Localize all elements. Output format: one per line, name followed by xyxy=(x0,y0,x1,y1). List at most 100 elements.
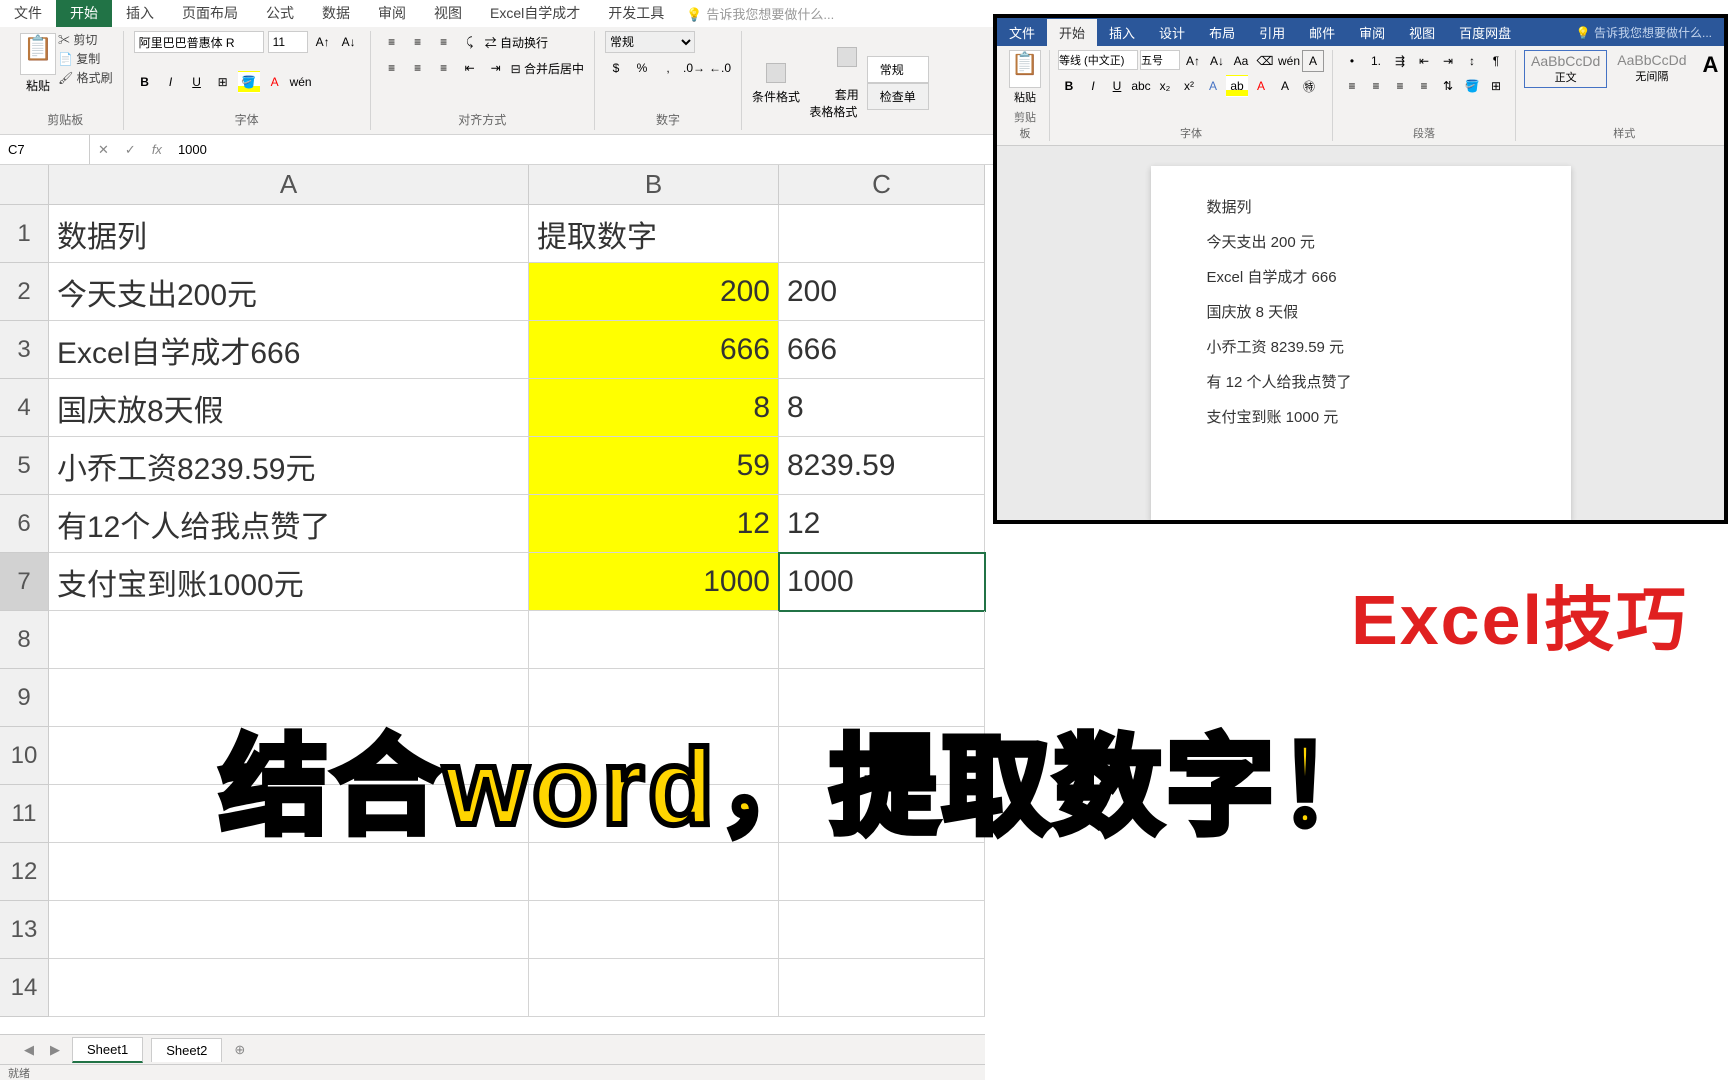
row-head[interactable]: 14 xyxy=(0,959,49,1017)
word-changecase-icon[interactable]: Aa xyxy=(1230,50,1252,72)
align-center-icon[interactable]: ≡ xyxy=(407,57,429,79)
sheet-tab[interactable]: Sheet1 xyxy=(72,1037,143,1063)
word-align-center-icon[interactable]: ≡ xyxy=(1365,75,1387,97)
indent-dec-icon[interactable]: ⇤ xyxy=(459,57,481,79)
row-head[interactable]: 8 xyxy=(0,611,49,669)
word-sort-icon[interactable]: ↕ xyxy=(1461,50,1483,72)
word-tab-layout[interactable]: 布局 xyxy=(1197,19,1247,46)
border-button[interactable]: ⊞ xyxy=(212,71,234,93)
cell[interactable] xyxy=(529,901,779,959)
cell[interactable]: 8239.59 xyxy=(779,437,985,495)
tellme[interactable]: 💡告诉我您想要做什么... xyxy=(686,0,834,27)
doc-line[interactable]: 数据列 xyxy=(1207,196,1551,217)
cell[interactable]: 666 xyxy=(529,321,779,379)
word-font-size[interactable] xyxy=(1140,50,1180,70)
word-underline-button[interactable]: U xyxy=(1106,75,1128,97)
word-fontcolor-icon[interactable]: A xyxy=(1250,75,1272,97)
word-highlight-icon[interactable]: ab xyxy=(1226,75,1248,97)
word-align-right-icon[interactable]: ≡ xyxy=(1389,75,1411,97)
row-head[interactable]: 13 xyxy=(0,901,49,959)
word-document[interactable]: 数据列 今天支出 200 元 Excel 自学成才 666 国庆放 8 天假 小… xyxy=(1151,166,1571,520)
table-format-button[interactable]: 套用 表格格式 xyxy=(808,31,859,134)
cell-selected[interactable]: 1000 xyxy=(779,553,985,611)
cell[interactable] xyxy=(779,959,985,1017)
cell[interactable]: 国庆放8天假 xyxy=(49,379,529,437)
align-top-icon[interactable]: ≡ xyxy=(381,31,403,53)
row-head[interactable]: 1 xyxy=(0,205,49,263)
word-tab-ref[interactable]: 引用 xyxy=(1247,19,1297,46)
word-tab-review[interactable]: 审阅 xyxy=(1347,19,1397,46)
word-border-icon[interactable]: ⊞ xyxy=(1485,75,1507,97)
word-tab-file[interactable]: 文件 xyxy=(997,19,1047,46)
bold-button[interactable]: B xyxy=(134,71,156,93)
align-mid-icon[interactable]: ≡ xyxy=(407,31,429,53)
cell[interactable] xyxy=(779,611,985,669)
fill-color-button[interactable]: 🪣 xyxy=(238,71,260,93)
row-head[interactable]: 2 xyxy=(0,263,49,321)
doc-line[interactable]: 今天支出 200 元 xyxy=(1207,231,1551,252)
doc-line[interactable]: Excel 自学成才 666 xyxy=(1207,266,1551,287)
word-encloseChar-icon[interactable]: ㊕ xyxy=(1298,75,1320,97)
cell[interactable]: 数据列 xyxy=(49,205,529,263)
percent-icon[interactable]: % xyxy=(631,57,653,79)
cell[interactable]: Excel自学成才666 xyxy=(49,321,529,379)
word-linespace-icon[interactable]: ⇅ xyxy=(1437,75,1459,97)
comma-icon[interactable]: , xyxy=(657,57,679,79)
inc-decimal-icon[interactable]: .0→ xyxy=(683,57,705,79)
sheet-nav-next-icon[interactable]: ▶ xyxy=(46,1042,64,1058)
word-style-normal[interactable]: AaBbCcDd 正文 xyxy=(1524,50,1607,88)
word-sup-icon[interactable]: x² xyxy=(1178,75,1200,97)
font-color-button[interactable]: A xyxy=(264,71,286,93)
style-check[interactable]: 检查单 xyxy=(867,83,929,110)
tab-custom[interactable]: Excel自学成才 xyxy=(476,0,594,27)
word-tab-insert[interactable]: 插入 xyxy=(1097,19,1147,46)
word-style-nospace[interactable]: AaBbCcDd 无间隔 xyxy=(1611,50,1692,88)
word-tab-view[interactable]: 视图 xyxy=(1397,19,1447,46)
word-tab-mail[interactable]: 邮件 xyxy=(1297,19,1347,46)
word-shading-icon[interactable]: 🪣 xyxy=(1461,75,1483,97)
paste-button[interactable] xyxy=(20,33,56,75)
new-sheet-icon[interactable]: ⊕ xyxy=(230,1042,249,1058)
cell[interactable]: 提取数字 xyxy=(529,205,779,263)
word-page-area[interactable]: 数据列 今天支出 200 元 Excel 自学成才 666 国庆放 8 天假 小… xyxy=(997,146,1724,520)
style-normal[interactable]: 常规 xyxy=(867,56,929,83)
confirm-icon[interactable]: ✓ xyxy=(117,142,144,158)
word-phonetic-icon[interactable]: wén xyxy=(1278,50,1300,72)
col-head-a[interactable]: A xyxy=(49,165,529,205)
word-tab-baidu[interactable]: 百度网盘 xyxy=(1447,19,1523,46)
row-head[interactable]: 3 xyxy=(0,321,49,379)
word-numbering-icon[interactable]: 1. xyxy=(1365,50,1387,72)
tab-file[interactable]: 文件 xyxy=(0,0,56,27)
select-all-corner[interactable] xyxy=(0,165,49,205)
cell[interactable]: 今天支出200元 xyxy=(49,263,529,321)
decrease-font-icon[interactable]: A↓ xyxy=(338,31,360,53)
indent-inc-icon[interactable]: ⇥ xyxy=(485,57,507,79)
word-style-more[interactable]: A xyxy=(1697,50,1724,88)
copy-button[interactable]: 📄 复制 xyxy=(58,50,113,67)
cell[interactable]: 59 xyxy=(529,437,779,495)
tab-layout[interactable]: 页面布局 xyxy=(168,0,252,27)
cell[interactable]: 12 xyxy=(529,495,779,553)
word-italic-button[interactable]: I xyxy=(1082,75,1104,97)
word-texteffect-icon[interactable]: A xyxy=(1202,75,1224,97)
tab-data[interactable]: 数据 xyxy=(308,0,364,27)
row-head[interactable]: 12 xyxy=(0,843,49,901)
sheet-tab[interactable]: Sheet2 xyxy=(151,1038,222,1062)
word-align-justify-icon[interactable]: ≡ xyxy=(1413,75,1435,97)
cell[interactable]: 8 xyxy=(779,379,985,437)
cell[interactable] xyxy=(529,611,779,669)
phonetic-button[interactable]: wén xyxy=(290,71,312,93)
wrap-button[interactable]: ⇄ 自动换行 xyxy=(485,34,548,51)
tab-home[interactable]: 开始 xyxy=(56,0,112,27)
fx-icon[interactable]: fx xyxy=(144,142,170,157)
word-dec-font-icon[interactable]: A↓ xyxy=(1206,50,1228,72)
cell[interactable]: 666 xyxy=(779,321,985,379)
increase-font-icon[interactable]: A↑ xyxy=(312,31,334,53)
tab-review[interactable]: 审阅 xyxy=(364,0,420,27)
cond-format-button[interactable]: 条件格式 xyxy=(752,61,800,105)
doc-line[interactable]: 支付宝到账 1000 元 xyxy=(1207,406,1551,427)
cell[interactable]: 8 xyxy=(529,379,779,437)
doc-line[interactable]: 小乔工资 8239.59 元 xyxy=(1207,336,1551,357)
underline-button[interactable]: U xyxy=(186,71,208,93)
word-font-name[interactable] xyxy=(1058,50,1138,70)
